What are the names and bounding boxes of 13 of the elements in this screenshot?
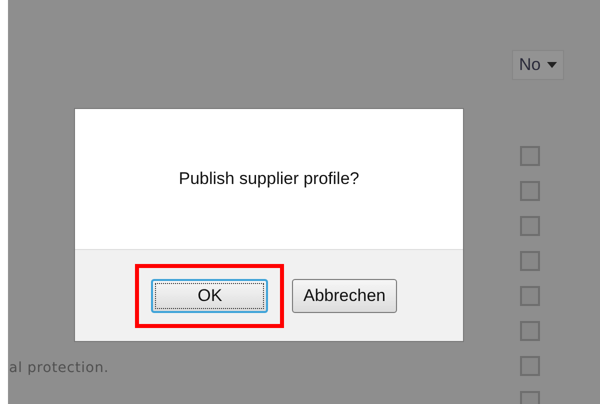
description-text: al protection.: [9, 360, 109, 376]
checkbox[interactable]: [520, 146, 540, 166]
caret-icon: [547, 62, 557, 68]
dropdown[interactable]: No: [512, 50, 564, 80]
checkbox[interactable]: [520, 251, 540, 271]
dialog-message: Publish supplier profile?: [178, 169, 360, 189]
cancel-button[interactable]: Abbrechen: [292, 278, 397, 312]
checkbox[interactable]: [520, 321, 540, 341]
checkbox[interactable]: [520, 286, 540, 306]
checkbox[interactable]: [520, 181, 540, 201]
checkbox[interactable]: [520, 216, 540, 236]
checkbox[interactable]: [520, 356, 540, 376]
ok-button[interactable]: OK: [151, 278, 268, 312]
